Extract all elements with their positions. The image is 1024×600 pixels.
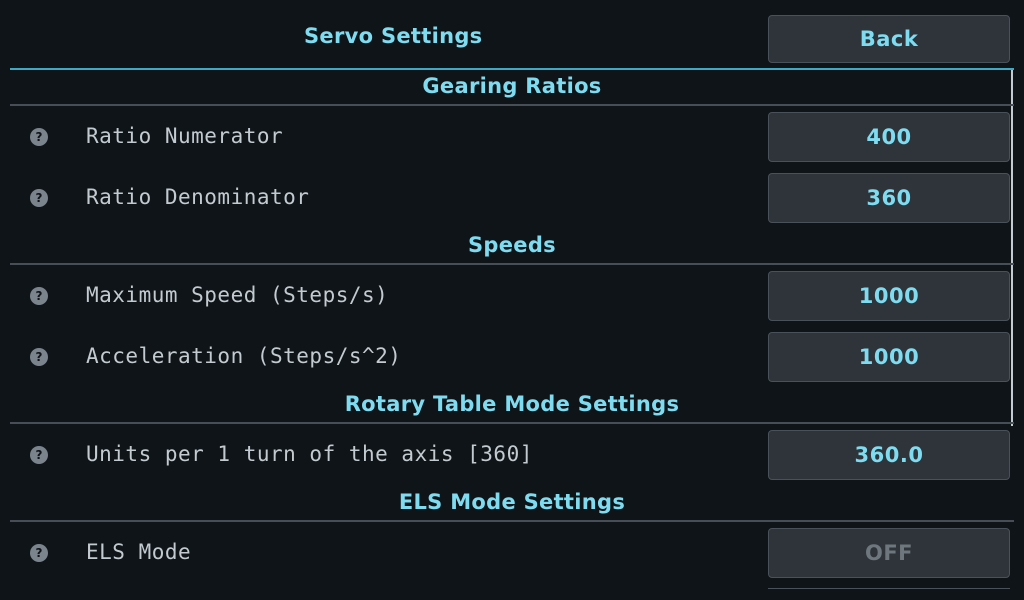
setting-label: Maximum Speed (Steps/s) <box>86 283 389 307</box>
ratio-denominator-input[interactable]: 360 <box>768 173 1010 223</box>
section-title-els: ELS Mode Settings <box>398 490 626 514</box>
header-bar: Servo Settings Back <box>0 0 1024 70</box>
max-speed-input[interactable]: 1000 <box>768 271 1010 321</box>
setting-label: Ratio Denominator <box>86 185 310 209</box>
section-title-speeds: Speeds <box>468 233 556 257</box>
section-title-gearing: Gearing Ratios <box>422 74 602 98</box>
help-icon[interactable]: ? <box>30 189 48 207</box>
section-divider-speeds <box>10 263 1014 265</box>
help-icon[interactable]: ? <box>30 446 48 464</box>
els-mode-toggle[interactable]: OFF <box>768 528 1010 578</box>
help-icon[interactable]: ? <box>30 348 48 366</box>
help-icon[interactable]: ? <box>30 544 48 562</box>
acceleration-input[interactable]: 1000 <box>768 332 1010 382</box>
setting-label: ELS Mode <box>86 540 192 564</box>
units-per-turn-input[interactable]: 360.0 <box>768 430 1010 480</box>
section-title-rotary: Rotary Table Mode Settings <box>344 392 680 416</box>
page-title: Servo Settings <box>304 24 483 48</box>
section-divider-rotary <box>10 422 1014 424</box>
ratio-numerator-input[interactable]: 400 <box>768 112 1010 162</box>
setting-label: Units per 1 turn of the axis [360] <box>86 442 533 466</box>
setting-label: Ratio Numerator <box>86 124 284 148</box>
back-button[interactable]: Back <box>768 15 1010 63</box>
next-row-stub <box>768 588 1010 600</box>
section-divider-els <box>10 520 1014 522</box>
header-divider <box>10 68 1014 70</box>
help-icon[interactable]: ? <box>30 287 48 305</box>
help-icon[interactable]: ? <box>30 128 48 146</box>
setting-label: Acceleration (Steps/s^2) <box>86 344 402 368</box>
section-divider-gearing <box>10 104 1014 106</box>
